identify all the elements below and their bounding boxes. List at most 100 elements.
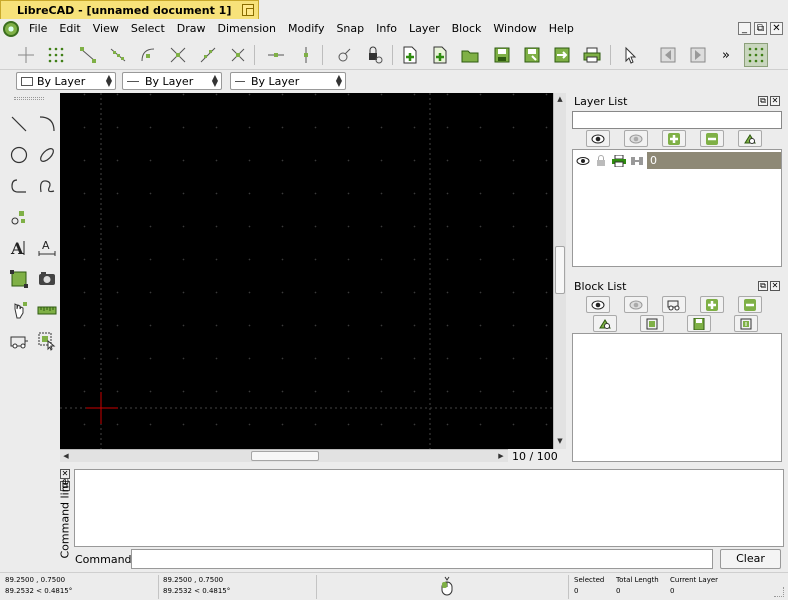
resize-grip[interactable]	[774, 587, 784, 597]
new-from-template-icon[interactable]	[428, 43, 452, 67]
layer-row[interactable]: 0	[575, 152, 781, 169]
menu-modify[interactable]: Modify	[282, 19, 330, 39]
show-all-blocks-button[interactable]	[586, 296, 610, 313]
line-type-combo[interactable]: By Layer ▲ ▼	[122, 72, 222, 90]
new-document-icon[interactable]	[398, 43, 422, 67]
image-tool-icon[interactable]	[34, 266, 60, 292]
restrict-horizontal-icon[interactable]	[264, 43, 288, 67]
hatch-tool-icon[interactable]	[6, 266, 32, 292]
snap-middle-icon[interactable]	[166, 43, 190, 67]
select-tool-icon[interactable]	[34, 328, 60, 354]
close-button[interactable]: ✕	[770, 22, 783, 35]
text-tool-icon[interactable]: A	[6, 235, 32, 261]
horizontal-scroll-thumb[interactable]	[251, 451, 319, 461]
scroll-right-icon[interactable]: ▶	[495, 450, 507, 462]
select-pointer-icon[interactable]	[618, 43, 642, 67]
edit-block-button[interactable]	[640, 315, 664, 332]
save-block-button[interactable]	[687, 315, 711, 332]
line-tool-icon[interactable]	[6, 111, 32, 137]
hide-all-layers-button[interactable]	[624, 130, 648, 147]
snap-on-entity-icon[interactable]	[106, 43, 130, 67]
lock-icon[interactable]	[593, 154, 609, 168]
add-layer-button[interactable]	[662, 130, 686, 147]
float-icon[interactable]: ⧉	[758, 281, 768, 291]
rename-block-button[interactable]	[593, 315, 617, 332]
insert-block-button[interactable]	[734, 315, 758, 332]
line-width-combo[interactable]: By Layer ▲ ▼	[230, 72, 346, 90]
menu-snap[interactable]: Snap	[330, 19, 370, 39]
add-block-button[interactable]	[700, 296, 724, 313]
polyline-tool-icon[interactable]	[6, 173, 32, 199]
panel-grip[interactable]	[14, 97, 44, 100]
snap-free-icon[interactable]	[14, 43, 38, 67]
dimension-tool-icon[interactable]: A	[34, 235, 60, 261]
arc-tool-icon[interactable]	[34, 111, 60, 137]
export-icon[interactable]	[550, 43, 574, 67]
toolbar-separator	[392, 45, 393, 65]
window-menu-icon[interactable]	[242, 4, 254, 16]
show-all-layers-button[interactable]	[586, 130, 610, 147]
menu-block[interactable]: Block	[446, 19, 488, 39]
snap-distance-icon[interactable]	[196, 43, 220, 67]
construction-layer-icon[interactable]	[629, 154, 645, 168]
restrict-vertical-icon[interactable]	[294, 43, 318, 67]
minus-icon	[744, 298, 756, 311]
save-as-icon[interactable]	[520, 43, 544, 67]
window-title-tab[interactable]: LibreCAD - [unnamed document 1]	[0, 0, 259, 19]
edit-layer-button[interactable]	[738, 130, 762, 147]
menu-layer[interactable]: Layer	[403, 19, 446, 39]
ellipse-tool-icon[interactable]	[34, 142, 60, 168]
layer-filter-input[interactable]	[572, 111, 782, 129]
snap-endpoint-icon[interactable]	[76, 43, 100, 67]
command-input[interactable]	[131, 549, 713, 569]
menu-draw[interactable]: Draw	[171, 19, 212, 39]
color-combo[interactable]: By Layer ▲ ▼	[16, 72, 116, 90]
scroll-left-icon[interactable]: ◀	[60, 450, 72, 462]
point-tool-icon[interactable]	[6, 204, 32, 230]
menu-file[interactable]: File	[23, 19, 53, 39]
eye-icon[interactable]	[575, 154, 591, 168]
save-icon[interactable]	[490, 43, 514, 67]
scroll-up-icon[interactable]: ▲	[554, 93, 566, 105]
remove-layer-button[interactable]	[700, 130, 724, 147]
drawing-canvas[interactable]	[60, 93, 553, 449]
remove-block-button[interactable]	[738, 296, 762, 313]
snap-intersection-icon[interactable]	[226, 43, 250, 67]
create-block-button[interactable]	[662, 296, 686, 313]
minimize-button[interactable]: _	[738, 22, 751, 35]
measure-tool-icon[interactable]	[34, 297, 60, 323]
grid-toggle-icon[interactable]	[744, 43, 768, 67]
relative-zero-icon[interactable]	[332, 43, 356, 67]
vertical-scrollbar[interactable]: ▲ ▼	[553, 93, 566, 449]
spline-tool-icon[interactable]	[34, 173, 60, 199]
print-icon[interactable]	[580, 43, 604, 67]
open-folder-icon[interactable]	[458, 43, 482, 67]
toolbar-overflow-icon[interactable]: »	[718, 43, 734, 67]
snap-grid-icon[interactable]	[44, 43, 68, 67]
forward-icon[interactable]	[686, 43, 710, 67]
menu-window[interactable]: Window	[487, 19, 542, 39]
librecad-logo-icon[interactable]	[3, 21, 19, 37]
vertical-scroll-thumb[interactable]	[555, 246, 565, 294]
lock-relative-zero-icon[interactable]	[362, 43, 386, 67]
printer-icon[interactable]	[611, 154, 627, 168]
clear-button[interactable]: Clear	[720, 549, 781, 569]
float-icon[interactable]: ⧉	[758, 96, 768, 106]
horizontal-scrollbar[interactable]: ◀ ▶	[60, 449, 508, 462]
menu-help[interactable]: Help	[543, 19, 580, 39]
menu-info[interactable]: Info	[370, 19, 403, 39]
circle-tool-icon[interactable]	[6, 142, 32, 168]
modify-tool-icon[interactable]	[6, 297, 32, 323]
block-tool-icon[interactable]	[6, 328, 32, 354]
close-icon[interactable]: ✕	[770, 281, 780, 291]
close-icon[interactable]: ✕	[770, 96, 780, 106]
menu-dimension[interactable]: Dimension	[212, 19, 282, 39]
menu-select[interactable]: Select	[125, 19, 171, 39]
snap-center-icon[interactable]	[136, 43, 160, 67]
restore-button[interactable]: ⧉	[754, 22, 767, 35]
back-icon[interactable]	[656, 43, 680, 67]
menu-edit[interactable]: Edit	[53, 19, 86, 39]
scroll-down-icon[interactable]: ▼	[554, 435, 566, 447]
hide-all-blocks-button[interactable]	[624, 296, 648, 313]
menu-view[interactable]: View	[87, 19, 125, 39]
